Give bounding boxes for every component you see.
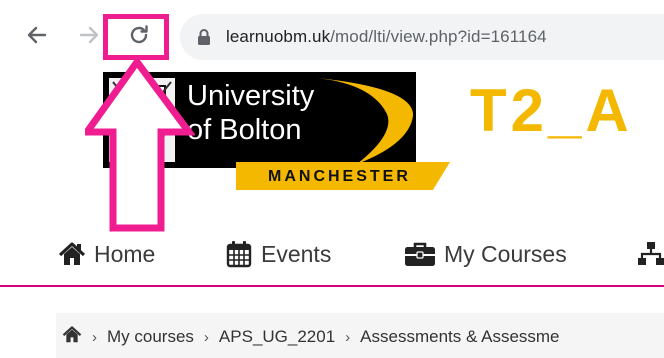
page-title: T2_A (470, 77, 633, 144)
up-arrow-annotation (85, 58, 195, 232)
nav-home-label: Home (94, 240, 156, 267)
home-icon (58, 242, 86, 266)
forward-button[interactable] (74, 20, 104, 50)
url-domain: learnuobm.uk (226, 27, 331, 46)
nav-divider (0, 285, 664, 287)
breadcrumb-trail: › My courses › APS_UG_2201 › Assessments… (62, 326, 560, 348)
chevron-right-icon: › (345, 328, 351, 346)
reload-highlight-box (103, 14, 169, 60)
breadcrumb-item[interactable]: My courses (107, 327, 194, 347)
back-arrow-icon (27, 26, 47, 44)
nav-sitemap[interactable] (638, 228, 664, 280)
briefcase-icon (404, 241, 436, 267)
campus-label: MANCHESTER (268, 168, 411, 185)
url-path: /mod/lti/view.php?id=161164 (330, 27, 547, 46)
logo-text-line2: of Bolton (187, 114, 302, 146)
calendar-icon (225, 240, 253, 268)
logo-text-line1: University (187, 80, 315, 112)
back-button[interactable] (22, 20, 52, 50)
breadcrumb-home[interactable] (62, 326, 82, 348)
sitemap-icon (638, 241, 664, 267)
chevron-right-icon: › (203, 328, 209, 346)
lock-icon (198, 29, 210, 45)
main-nav: Home Events My Courses (0, 228, 664, 288)
forward-arrow-icon (79, 26, 99, 44)
home-icon (62, 326, 82, 343)
nav-my-courses-label: My Courses (444, 240, 567, 267)
nav-events[interactable]: Events (225, 228, 331, 280)
chevron-right-icon: › (92, 328, 97, 346)
nav-events-label: Events (261, 240, 332, 267)
nav-my-courses[interactable]: My Courses (404, 228, 567, 280)
swoosh-icon (317, 78, 414, 164)
url-text[interactable]: learnuobm.uk/mod/lti/view.php?id=161164 (226, 27, 547, 47)
breadcrumb-item[interactable]: Assessments & Assessme (360, 327, 559, 347)
nav-home[interactable]: Home (58, 228, 155, 280)
breadcrumb-item[interactable]: APS_UG_2201 (219, 327, 335, 347)
